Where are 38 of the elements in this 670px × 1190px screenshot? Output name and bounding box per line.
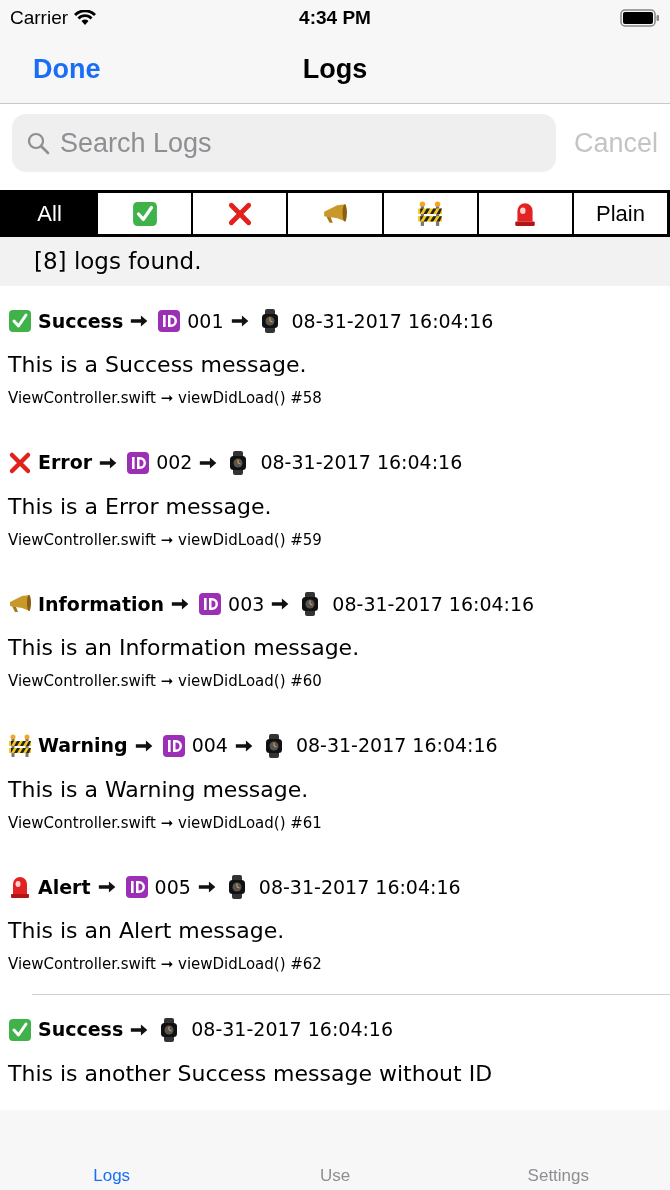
log-message: This is another Success message without ID: [8, 1059, 494, 1088]
log-level: Information: [38, 591, 165, 617]
log-level: Alert: [38, 874, 91, 900]
log-message: This is a Error message.: [8, 492, 273, 521]
done-button[interactable]: Done: [33, 49, 101, 90]
log-timestamp: 08-31-2017 16:04:16: [332, 591, 535, 617]
tab-bar-item[interactable]: Use: [223, 1162, 447, 1188]
log-message: This is an Information message.: [8, 634, 361, 662]
log-source: ViewController.swift ➞ viewDidLoad() #61: [8, 812, 323, 834]
log-source: ViewController.swift ➞ viewDidLoad() #59: [8, 529, 323, 551]
section-header: [8] logs found.: [34, 247, 202, 277]
carrier-label: Carrier: [10, 5, 69, 30]
log-source: ViewController.swift ➞ viewDidLoad() #58: [8, 388, 323, 409]
log-level: Success: [38, 1017, 124, 1043]
log-level: Warning: [38, 733, 128, 759]
log-id: 001: [187, 308, 224, 334]
tab-bar-item[interactable]: Settings: [446, 1162, 670, 1188]
log-timestamp: 08-31-2017 16:04:16: [291, 308, 494, 334]
log-message: This is a Warning message.: [8, 775, 310, 804]
nav-title: Logs: [302, 53, 368, 87]
search-field[interactable]: Search Logs: [12, 114, 556, 172]
status-time: 4:34 PM: [299, 5, 371, 30]
log-id: 004: [191, 733, 228, 759]
log-timestamp: 08-31-2017 16:04:16: [295, 733, 498, 759]
filter-segment[interactable]: Plain: [573, 193, 667, 234]
log-id: 002: [156, 450, 193, 476]
log-timestamp: 08-31-2017 16:04:16: [260, 450, 463, 476]
log-id: 005: [154, 874, 191, 900]
log-source: ViewController.swift ➞ viewDidLoad() #60: [8, 671, 323, 692]
log-level: Success: [38, 308, 124, 334]
log-id: 003: [228, 591, 265, 617]
log-level: Error: [38, 450, 93, 476]
log-message: This is a Success message.: [8, 351, 308, 379]
log-message: This is an Alert message.: [8, 917, 286, 945]
tab-bar-item[interactable]: Logs: [0, 1162, 224, 1188]
log-timestamp: 08-31-2017 16:04:16: [258, 874, 461, 900]
log-source: ViewController.swift ➞ viewDidLoad() #62: [8, 954, 323, 975]
log-timestamp: 08-31-2017 16:04:16: [191, 1017, 394, 1043]
